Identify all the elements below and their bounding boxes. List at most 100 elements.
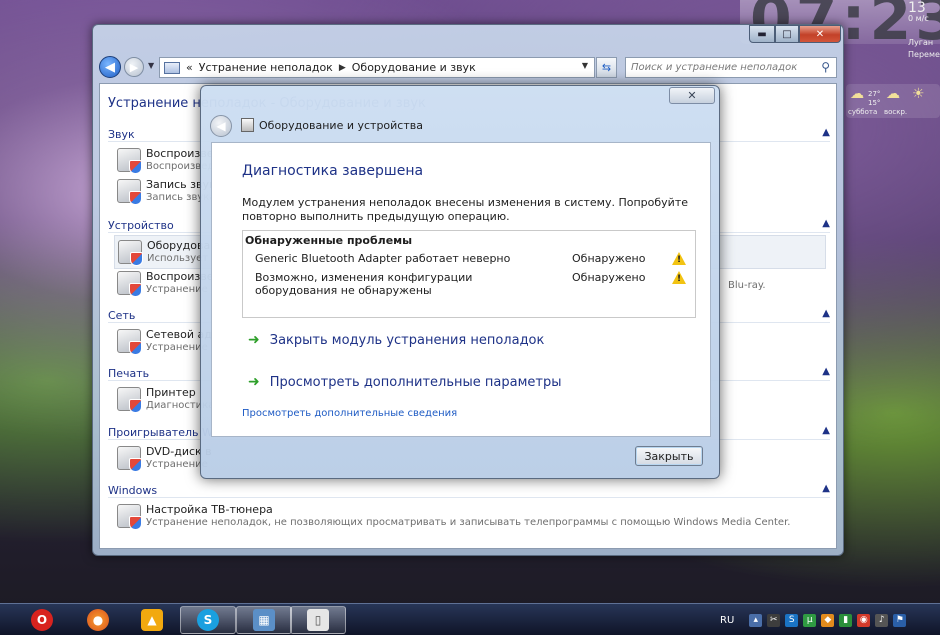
view-details-link[interactable]: Просмотреть дополнительные сведения <box>242 408 457 419</box>
category-label: Сеть <box>108 309 136 322</box>
diagnostic-message: Модулем устранения неполадок внесены изм… <box>242 196 688 223</box>
weather-city-sub: Переме <box>908 50 940 59</box>
tray-app-icon[interactable]: ◆ <box>821 613 835 627</box>
option-label: Закрыть модуль устранения неполадок <box>269 332 545 348</box>
tray-tool-icon[interactable]: ✂ <box>767 613 781 627</box>
forward-button[interactable]: ▶ <box>124 57 144 77</box>
close-window-button[interactable]: ✕ <box>799 25 841 43</box>
language-indicator[interactable]: RU <box>720 615 734 626</box>
dvd-icon <box>117 446 142 472</box>
hardware-icon <box>118 240 143 266</box>
tray-network-icon[interactable]: ▮ <box>839 613 853 627</box>
arrow-left-icon: ◀ <box>105 59 115 75</box>
minimize-button[interactable]: ▬ <box>749 25 775 43</box>
hardware-icon <box>241 118 254 132</box>
speaker-icon <box>117 148 142 174</box>
forecast-day: суббота <box>848 108 878 116</box>
search-input[interactable]: Поиск и устранение неполадок ⚲ <box>625 57 837 78</box>
collapse-icon[interactable]: ▲ <box>822 483 830 494</box>
item-name[interactable]: Принтер <box>146 386 196 399</box>
forecast-low: 15° <box>868 99 881 107</box>
breadcrumb-hardware-sound[interactable]: Оборудование и звук <box>352 61 476 74</box>
skype-taskbar-button[interactable]: S <box>180 606 236 634</box>
warning-icon: ! <box>672 271 686 284</box>
close-button[interactable]: Закрыть <box>635 446 703 466</box>
tray-flag-icon[interactable]: ⚑ <box>893 613 907 627</box>
network-adapter-icon <box>117 329 142 355</box>
problem-status: Обнаружено <box>572 271 646 284</box>
address-bar[interactable]: « Устранение неполадок ▶ Оборудование и … <box>159 57 595 78</box>
item-desc: Устранение <box>146 342 208 353</box>
arrow-left-icon: ◀ <box>216 119 226 133</box>
refresh-icon: ⇆ <box>601 61 612 74</box>
control-panel-icon: ▦ <box>253 609 275 631</box>
tray-expand-icon[interactable]: ▴ <box>749 613 763 627</box>
control-panel-taskbar-button[interactable]: ▦ <box>236 606 292 634</box>
forecast-temp: 27° <box>868 90 881 98</box>
weather-wind: 0 м/с <box>908 14 929 23</box>
category-label: Windows <box>108 484 158 497</box>
tray-volume-icon[interactable]: ♪ <box>875 613 889 627</box>
collapse-icon[interactable]: ▲ <box>822 366 830 377</box>
option-label: Просмотреть дополнительные параметры <box>269 374 562 390</box>
tray-utorrent-icon[interactable]: µ <box>803 613 817 627</box>
troubleshooter-dialog: ✕ ◀ Оборудование и устройства Диагностик… <box>200 85 720 479</box>
view-more-options-link[interactable]: ➜ Просмотреть дополнительные параметры <box>248 374 561 390</box>
maximize-button[interactable]: □ <box>775 25 799 43</box>
search-placeholder: Поиск и устранение неполадок <box>631 62 798 73</box>
dialog-back-button[interactable]: ◀ <box>210 115 232 137</box>
dialog-title: Оборудование и устройства <box>259 119 423 132</box>
dvd-playback-icon <box>117 271 142 297</box>
item-desc-tail: Blu-ray. <box>728 280 766 291</box>
skype-icon: S <box>197 609 219 631</box>
tray-antivirus-icon[interactable]: ◉ <box>857 613 871 627</box>
collapse-icon[interactable]: ▲ <box>822 425 830 436</box>
address-overflow[interactable]: « <box>186 61 193 74</box>
sun-cloud-icon: ☁ <box>886 86 900 102</box>
dialog-body: Диагностика завершена Модулем устранения… <box>211 142 711 437</box>
sun-cloud-icon: ☁ <box>850 86 864 102</box>
warning-icon: ! <box>672 252 686 265</box>
arrow-right-icon: ▶ <box>129 60 139 74</box>
item-desc: Использует <box>147 253 209 264</box>
tray-skype-icon[interactable]: S <box>785 613 799 627</box>
recent-pages-dropdown[interactable]: ▼ <box>148 61 154 70</box>
control-panel-icon <box>164 61 180 74</box>
collapse-icon[interactable]: ▲ <box>822 127 830 138</box>
chevron-down-icon[interactable]: ▼ <box>582 61 588 70</box>
back-button[interactable]: ◀ <box>99 56 121 78</box>
green-arrow-icon: ➜ <box>248 332 260 348</box>
sun-cloud-icon: ☀ <box>912 86 925 102</box>
system-tray: RU ▴ ✂ S µ ◆ ▮ ◉ ♪ ⚑ <box>720 604 907 635</box>
category-label: Печать <box>108 367 150 380</box>
item-desc: Устранение неполадок, не позволяющих про… <box>146 517 791 528</box>
opera-taskbar-button[interactable]: O <box>14 606 70 634</box>
opera-icon: O <box>31 609 53 631</box>
firefox-taskbar-button[interactable]: ● <box>70 606 126 634</box>
weather-city: Луган <box>908 38 934 47</box>
diagnostic-heading: Диагностика завершена <box>242 163 424 179</box>
list-item[interactable]: Настройка ТВ-тюнера Устранение неполадок… <box>114 500 826 534</box>
category-label: Звук <box>108 128 135 141</box>
collapse-icon[interactable]: ▲ <box>822 308 830 319</box>
dialog-close-button[interactable]: ✕ <box>669 87 715 104</box>
troubleshooter-taskbar-button[interactable]: ▯ <box>290 606 346 634</box>
chevron-right-icon[interactable]: ▶ <box>339 63 346 73</box>
search-icon[interactable]: ⚲ <box>821 60 830 74</box>
item-name[interactable]: Настройка ТВ-тюнера <box>146 503 273 516</box>
close-troubleshooter-link[interactable]: ➜ Закрыть модуль устранения неполадок <box>248 332 544 348</box>
collapse-icon[interactable]: ▲ <box>822 218 830 229</box>
category-windows[interactable]: Windows ▲ <box>108 483 830 498</box>
green-arrow-icon: ➜ <box>248 374 260 390</box>
weather-forecast-strip: ☁ 27° 15° суббота ☁ воскр. ☀ <box>846 84 940 118</box>
category-label: Устройство <box>108 219 174 232</box>
hardware-icon: ▯ <box>307 609 329 631</box>
aimp-taskbar-button[interactable]: ▲ <box>124 606 180 634</box>
refresh-button[interactable]: ⇆ <box>596 57 617 78</box>
problem-text: Generic Bluetooth Adapter работает невер… <box>255 252 511 265</box>
forecast-day: воскр. <box>884 108 908 116</box>
problem-status: Обнаружено <box>572 252 646 265</box>
taskbar: O ● ▲ S ▦ ▯ RU ▴ ✂ S µ ◆ ▮ ◉ ♪ ⚑ <box>0 603 940 635</box>
breadcrumb-troubleshooting[interactable]: Устранение неполадок <box>199 61 333 74</box>
microphone-icon <box>117 179 142 205</box>
